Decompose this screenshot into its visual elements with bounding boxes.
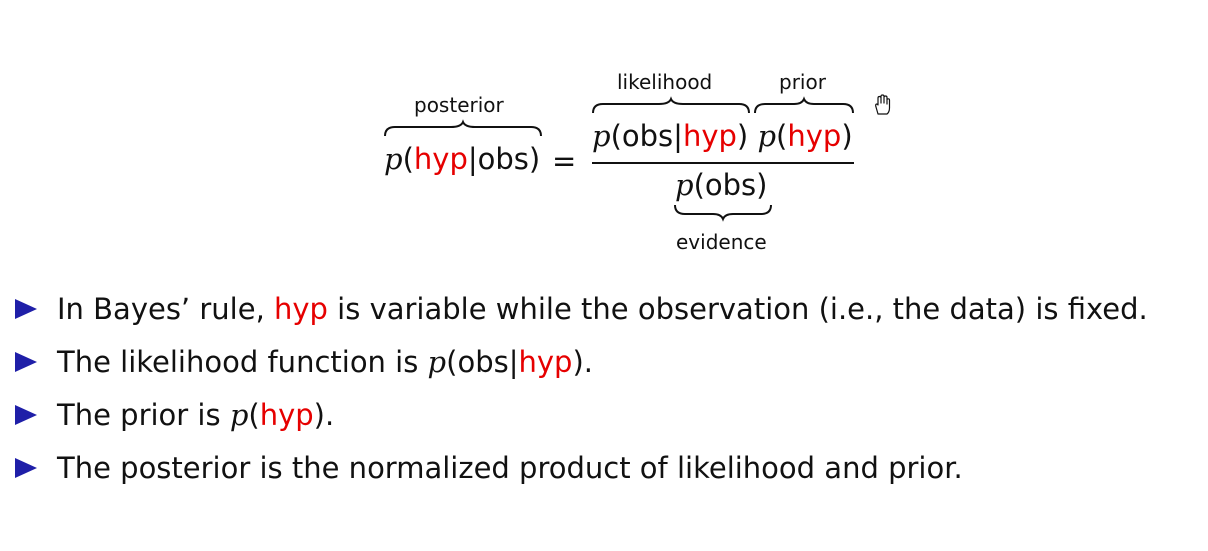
bullet-item: In Bayes’ rule, hyp is variable while th… <box>15 282 1195 335</box>
highlight-hyp: hyp <box>518 344 573 379</box>
bullet-item: The prior is p(hyp). <box>15 388 1195 441</box>
evidence-label: evidence <box>676 230 767 254</box>
highlight-hyp: hyp <box>274 291 328 326</box>
lhs-hyp: hyp <box>413 142 468 176</box>
num-prior-close: ) <box>841 119 853 153</box>
bullet-text: The likelihood function is p(obs|hyp). <box>57 344 593 379</box>
lhs-obs: obs <box>477 142 529 176</box>
num-lik-hyp: hyp <box>682 119 737 153</box>
prior-overbrace <box>754 96 854 114</box>
num-prior-hyp: hyp <box>787 119 842 153</box>
denominator: p(obs) <box>675 171 768 200</box>
bullet-text: In Bayes’ rule, hyp is variable while th… <box>57 291 1148 326</box>
lhs-given: | <box>467 142 478 176</box>
num-prior-p: p <box>757 119 777 153</box>
den-obs: obs <box>704 168 757 202</box>
den-p: p <box>675 168 694 202</box>
num-lik-open: ( <box>610 119 622 153</box>
bullet-item: The likelihood function is p(obs|hyp). <box>15 335 1195 388</box>
bullet-list: In Bayes’ rule, hyp is variable while th… <box>15 282 1195 494</box>
num-lik-p: p <box>592 119 611 153</box>
posterior-label: posterior <box>414 93 504 117</box>
triangle-bullet-icon <box>15 404 37 425</box>
num-prior-open: ( <box>776 119 788 153</box>
lhs-posterior: p(hyp|obs) <box>384 145 540 174</box>
num-lik-close: ) <box>736 119 749 153</box>
triangle-bullet-icon <box>15 457 37 478</box>
hand-cursor-icon <box>875 94 891 115</box>
den-open: ( <box>693 168 705 202</box>
prior-label: prior <box>779 70 826 94</box>
num-lik-obs: obs <box>621 119 674 153</box>
likelihood-overbrace <box>592 96 750 114</box>
bullet-text: The prior is p(hyp). <box>57 397 335 432</box>
lhs-open: ( <box>402 142 414 176</box>
triangle-bullet-icon <box>15 298 37 319</box>
lhs-p: p <box>384 142 403 176</box>
evidence-underbrace <box>674 204 772 222</box>
numerator: p(obs|hyp) p(hyp) <box>592 122 853 151</box>
fraction-bar <box>592 162 854 164</box>
bullet-item: The posterior is the normalized product … <box>15 441 1195 494</box>
den-close: ) <box>756 168 768 202</box>
posterior-overbrace <box>384 119 542 137</box>
highlight-hyp: hyp <box>259 397 314 432</box>
bullet-text: The posterior is the normalized product … <box>57 450 963 485</box>
num-lik-given: | <box>673 119 683 153</box>
likelihood-label: likelihood <box>617 70 713 94</box>
equals-sign: = <box>552 144 577 178</box>
lhs-close: ) <box>528 142 541 176</box>
triangle-bullet-icon <box>15 351 37 372</box>
